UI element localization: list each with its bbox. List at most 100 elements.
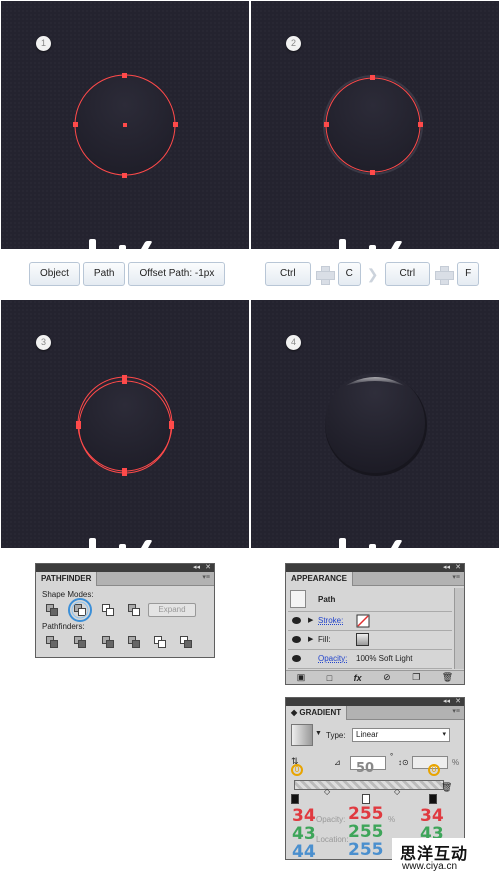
- minus-back-icon[interactable]: [180, 636, 192, 648]
- canvas-panel-4: 4: [251, 300, 499, 548]
- ctrl-key: Ctrl: [265, 262, 311, 286]
- close-icon[interactable]: ✕: [205, 563, 211, 571]
- type-select[interactable]: Linear ▾: [352, 728, 450, 742]
- close-icon[interactable]: ✕: [455, 697, 461, 705]
- gradient-thumbnail[interactable]: [291, 724, 313, 746]
- stop-highlight-left: 0: [291, 764, 303, 776]
- opacity-row[interactable]: Opacity: 100% Soft Light: [288, 650, 452, 669]
- path-menu-button[interactable]: Path: [82, 262, 126, 286]
- stroke-row[interactable]: ▶ Stroke:: [288, 612, 452, 631]
- stroke-none-swatch[interactable]: [356, 614, 370, 628]
- angle-input[interactable]: 50: [350, 756, 386, 776]
- chevron-right-icon: ❯: [366, 265, 379, 282]
- appearance-panel: ◂◂ ✕ APPEARANCE ▾≡ Path ▶ Stroke: ▶ Fill:…: [285, 563, 465, 685]
- disclosure-triangle-icon[interactable]: ▶: [308, 616, 313, 624]
- tab-gradient[interactable]: ◆ GRADIENT: [286, 706, 348, 720]
- gradient-panel: ◂◂ ✕ ◆ GRADIENT ▾≡ ▼ Type: Linear ▾ ⇅ 0 ⊿ …: [285, 697, 465, 862]
- mid-stop-red: 255: [348, 804, 384, 824]
- watermark-fragment: [329, 538, 421, 548]
- plus-icon: [315, 265, 335, 285]
- midpoint-diamond-icon[interactable]: ◇: [324, 787, 330, 796]
- gradient-stop-left[interactable]: [291, 794, 299, 804]
- exclude-icon[interactable]: [128, 604, 140, 616]
- f-key: F: [457, 262, 480, 286]
- fill-label[interactable]: Fill:: [318, 635, 330, 644]
- intersect-icon[interactable]: [102, 604, 114, 616]
- tab-pathfinder[interactable]: PATHFINDER: [36, 572, 98, 586]
- outline-icon[interactable]: [154, 636, 166, 648]
- plus-icon: [435, 265, 455, 285]
- gradient-slider[interactable]: [294, 780, 444, 790]
- collapse-icon[interactable]: ◂◂: [193, 563, 200, 571]
- mid-stop-blue: 255: [348, 840, 384, 860]
- type-label: Type:: [326, 731, 346, 740]
- new-fill-icon[interactable]: □: [327, 673, 332, 683]
- site-watermark: 思洋互动 www.ciya.cn: [392, 838, 500, 879]
- ctrl-key: Ctrl: [384, 262, 431, 286]
- duplicate-item-icon[interactable]: ❐: [412, 672, 420, 683]
- watermark-fragment: [79, 538, 171, 548]
- merge-icon[interactable]: [102, 636, 114, 648]
- path-label: Path: [318, 595, 336, 604]
- scrollbar[interactable]: [454, 588, 464, 669]
- panel-menu-icon[interactable]: ▾≡: [452, 707, 460, 715]
- offset-path-menu-path: Object Path Offset Path: -1px: [29, 259, 226, 289]
- new-stroke-icon[interactable]: ▣: [297, 672, 306, 683]
- unite-icon[interactable]: [46, 604, 58, 616]
- opacity-label[interactable]: Opacity:: [318, 654, 347, 663]
- object-menu-button[interactable]: Object: [29, 262, 80, 286]
- location-label: Location:: [316, 835, 349, 844]
- tab-appearance[interactable]: APPEARANCE: [286, 572, 354, 586]
- path-thumbnail: [290, 590, 306, 608]
- canvas-panel-3: 3: [1, 300, 249, 548]
- offset-circle-path[interactable]: [251, 1, 499, 249]
- left-stop-red: 34: [292, 806, 316, 826]
- collapse-icon[interactable]: ◂◂: [443, 697, 450, 705]
- eye-icon[interactable]: [292, 655, 301, 662]
- percent-sign: %: [452, 758, 460, 767]
- panel-menu-icon[interactable]: ▾≡: [452, 573, 460, 581]
- stop-highlight-right: 0: [428, 764, 440, 776]
- gradient-stop-right[interactable]: [429, 794, 437, 804]
- two-circle-paths[interactable]: [1, 300, 249, 548]
- c-key: C: [337, 262, 361, 286]
- crop-icon[interactable]: [128, 636, 140, 648]
- pathfinder-panel: ◂◂ ✕ PATHFINDER ▾≡ Shape Modes: Expand Pa…: [35, 563, 215, 658]
- delete-icon[interactable]: 🗑: [442, 672, 453, 683]
- watermark-fragment: [329, 239, 421, 249]
- degree-sign: °: [390, 752, 394, 761]
- left-stop-green: 43: [292, 824, 316, 844]
- fill-gradient-swatch[interactable]: [356, 633, 369, 646]
- watermark-url: www.ciya.cn: [402, 861, 458, 872]
- right-stop-red: 34: [420, 806, 444, 826]
- gradient-stop-mid[interactable]: [362, 794, 370, 804]
- selected-circle-path[interactable]: [1, 1, 249, 249]
- left-stop-blue: 44: [292, 842, 316, 862]
- add-effect-icon[interactable]: fx: [354, 673, 362, 683]
- highlight-circle-icon: [68, 598, 92, 622]
- clear-appearance-icon[interactable]: ⊘: [383, 672, 391, 683]
- eye-icon[interactable]: [292, 617, 301, 624]
- divide-icon[interactable]: [46, 636, 58, 648]
- fill-row[interactable]: ▶ Fill:: [288, 631, 452, 650]
- trim-icon[interactable]: [74, 636, 86, 648]
- watermark-fragment: [79, 239, 171, 249]
- panel-menu-icon[interactable]: ▾≡: [202, 573, 210, 581]
- aspect-ratio-icon: ↕⊙: [398, 758, 409, 767]
- delete-stop-icon[interactable]: 🗑: [441, 782, 452, 793]
- eye-icon[interactable]: [292, 636, 301, 643]
- stroke-label[interactable]: Stroke:: [318, 616, 343, 625]
- opacity-value: 100% Soft Light: [356, 654, 413, 663]
- collapse-icon[interactable]: ◂◂: [443, 563, 450, 571]
- midpoint-diamond-icon[interactable]: ◇: [394, 787, 400, 796]
- expand-button[interactable]: Expand: [148, 603, 196, 617]
- offset-path-button[interactable]: Offset Path: -1px: [128, 262, 226, 286]
- close-icon[interactable]: ✕: [455, 563, 461, 571]
- appearance-footer: ▣ □ fx ⊘ ❐ 🗑: [286, 670, 464, 684]
- percent-sign: %: [388, 815, 396, 824]
- dropdown-arrow-icon[interactable]: ▼: [315, 730, 322, 737]
- opacity-label: Opacity:: [316, 815, 346, 824]
- disclosure-triangle-icon[interactable]: ▶: [308, 635, 313, 643]
- copy-paste-shortcut: Ctrl C ❯ Ctrl F: [265, 259, 480, 289]
- angle-icon: ⊿: [334, 758, 341, 767]
